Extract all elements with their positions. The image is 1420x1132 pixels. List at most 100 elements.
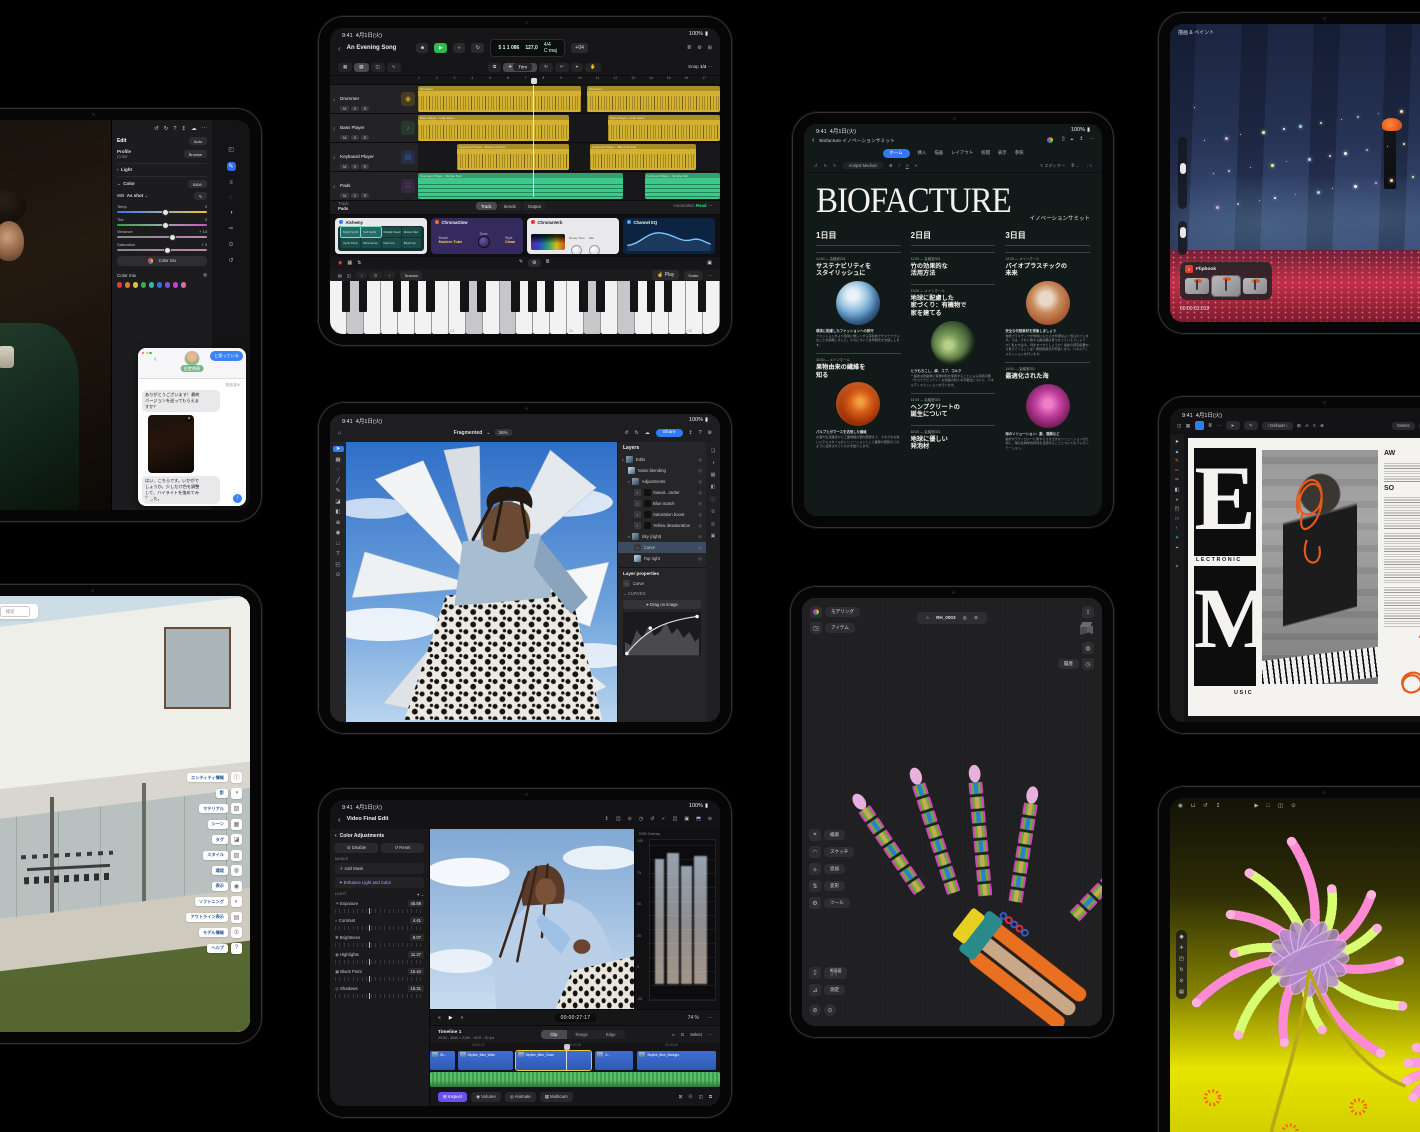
frame-thumbnail[interactable] (1185, 278, 1209, 294)
cycle-icon[interactable]: ↻ (471, 43, 484, 53)
film-icon[interactable]: ▤ (1179, 989, 1184, 995)
piano-black-key[interactable] (664, 281, 673, 312)
mixer-icon[interactable]: ≣ (687, 45, 691, 51)
traffic-lights[interactable] (142, 352, 152, 354)
piano-black-key[interactable] (460, 281, 469, 312)
help-icon[interactable]: ? (173, 126, 176, 132)
visibility-icon[interactable]: ◎ (699, 545, 703, 550)
keys-mode-icon[interactable]: ▤ (338, 273, 342, 278)
share-icon[interactable]: ↥ (181, 126, 186, 132)
plugin-channel-eq[interactable]: Channel EQ (623, 218, 715, 254)
panel-slider[interactable]: Temp0 (117, 204, 207, 213)
timer-icon[interactable]: ◷ (639, 816, 643, 822)
mode-tab[interactable]: Range (567, 1030, 597, 1039)
play-icon[interactable]: ▶ (434, 43, 447, 53)
target-icon[interactable]: ⊙ (1179, 978, 1183, 984)
next-frame-icon[interactable]: » (461, 1015, 464, 1021)
section-view-icon[interactable]: ▯ (809, 967, 821, 979)
type-tool[interactable]: T (336, 551, 339, 557)
piano-black-key[interactable] (426, 281, 435, 312)
move-tool[interactable]: ➤ (333, 446, 344, 452)
power-icon[interactable] (435, 220, 439, 224)
dropper-tool[interactable]: ✦ (1175, 535, 1179, 541)
piano-black-key[interactable] (528, 281, 537, 312)
color-swatch[interactable] (149, 282, 155, 288)
color-swatch[interactable] (141, 282, 147, 288)
share-button[interactable]: Share (656, 429, 683, 437)
cloud-icon[interactable]: ☁ (645, 430, 650, 436)
check-icon[interactable]: ✓ (661, 816, 665, 822)
vector-brush-tool[interactable]: ✑ (1175, 477, 1179, 483)
mode-tab[interactable]: Edge (597, 1030, 625, 1039)
cell-view-icon[interactable]: ◫ (371, 63, 385, 72)
timeline-ruler[interactable]: 00:00:1500:00:3000:00:45 (430, 1043, 720, 1050)
more-icon[interactable]: ⋯ (202, 126, 208, 132)
italic-button[interactable]: I (898, 163, 899, 168)
document-page[interactable]: BIOFACTURE イノベーションサミット 1日目 14:00 — 会議室20… (804, 173, 1102, 516)
preset-cell[interactable]: Bright Arp (402, 238, 421, 248)
type-icon[interactable]: A (1305, 423, 1308, 428)
surface-icon[interactable]: ⚙ (528, 259, 540, 267)
layer-row[interactable]: ◐Yellow desaturation◎ (618, 520, 706, 531)
tool-item[interactable]: ⇅変形 (809, 880, 845, 892)
piano-white-key[interactable] (618, 281, 635, 334)
section-view-label[interactable]: 断面図オフ (824, 967, 847, 979)
piano-black-key[interactable] (511, 281, 520, 312)
redo-icon[interactable]: ↻ (824, 163, 828, 168)
track-lane[interactable]: Keyboard Player - Broken ChordsKeyboard … (418, 143, 720, 171)
redo-icon[interactable]: ↻ (635, 430, 639, 436)
split-icon[interactable]: ◫ (699, 1094, 703, 1100)
crop-icon[interactable]: ◰ (228, 146, 234, 153)
collapse-icon[interactable]: ⊖ (974, 615, 978, 621)
color-swatch[interactable] (181, 282, 187, 288)
transform-tool[interactable]: ▦ (335, 457, 340, 463)
device-icon[interactable]: ▯ (1062, 137, 1065, 143)
m-button[interactable]: M (340, 135, 349, 140)
layers-icon[interactable]: ❏ (711, 448, 715, 454)
badge-icon[interactable]: ② (711, 509, 715, 515)
mode-tab[interactable]: Clip (541, 1030, 566, 1039)
gradient-tool[interactable]: ◧ (335, 509, 340, 515)
color-swatch[interactable] (117, 282, 123, 288)
document-title[interactable]: Biofacture イノベーションサミット (819, 137, 895, 144)
highlight-icon[interactable]: A (915, 163, 918, 168)
help-icon[interactable]: ? (699, 430, 702, 436)
home-icon[interactable]: ⌂ (338, 430, 341, 436)
visibility-icon[interactable]: ◎ (699, 512, 703, 517)
audio-track[interactable] (430, 1072, 720, 1087)
panel-button[interactable]: ◉ (231, 881, 242, 892)
drag-on-image-button[interactable]: ⌖ Drag on image (623, 600, 701, 609)
trim-tool[interactable]: ✛ Trim (503, 63, 537, 72)
close-icon[interactable]: × (1176, 564, 1179, 570)
inspector-tab[interactable]: Track (476, 202, 497, 210)
gain-value[interactable]: +04 (571, 43, 588, 53)
panel-button[interactable]: ◐ (231, 896, 242, 907)
export-icon[interactable]: ↥ (1216, 803, 1221, 809)
volume-button[interactable]: ◉ Volume (471, 1092, 501, 1102)
piano-white-key[interactable] (500, 281, 517, 334)
midi-region[interactable]: Bass Player - Indie Disco (418, 115, 569, 141)
play-icon[interactable]: ▶ (449, 1015, 453, 1021)
camera-icon[interactable]: ◫ (616, 816, 621, 822)
tool-item[interactable]: ⌖検索 (809, 829, 845, 841)
undo-icon[interactable]: ↺ (650, 816, 654, 822)
info-icon[interactable]: ⓘ (710, 496, 715, 503)
mute-icon[interactable]: Ⓐ (688, 1094, 692, 1100)
visibility-icon[interactable]: ◎ (699, 556, 703, 561)
video-clip[interactable]: Skyline_Blue_Backgro (637, 1051, 715, 1070)
zoom-percent[interactable]: 74 % (688, 1015, 699, 1021)
track-header[interactable]: 1DrummerMSR◉ (330, 85, 418, 113)
cloud-icon[interactable]: ☁ (191, 126, 197, 132)
scale-button[interactable]: Scale (684, 271, 703, 280)
s-button[interactable]: S (351, 164, 360, 169)
target-icon[interactable]: ◎ (203, 272, 207, 278)
ribbon-tab[interactable]: 参照 (1015, 150, 1024, 156)
bw-button[interactable]: B&W (188, 180, 207, 188)
back-icon[interactable]: ‹ (338, 815, 341, 824)
curves-section[interactable]: ⌄ CURVES (623, 591, 701, 597)
piano-black-key[interactable] (545, 281, 554, 312)
document-title[interactable]: RH_0003 (936, 615, 955, 620)
preset-cell[interactable]: Bright Synth (341, 227, 360, 237)
visibility-icon[interactable]: ◎ (699, 468, 703, 473)
home-icon[interactable]: ⌂ (926, 615, 929, 620)
